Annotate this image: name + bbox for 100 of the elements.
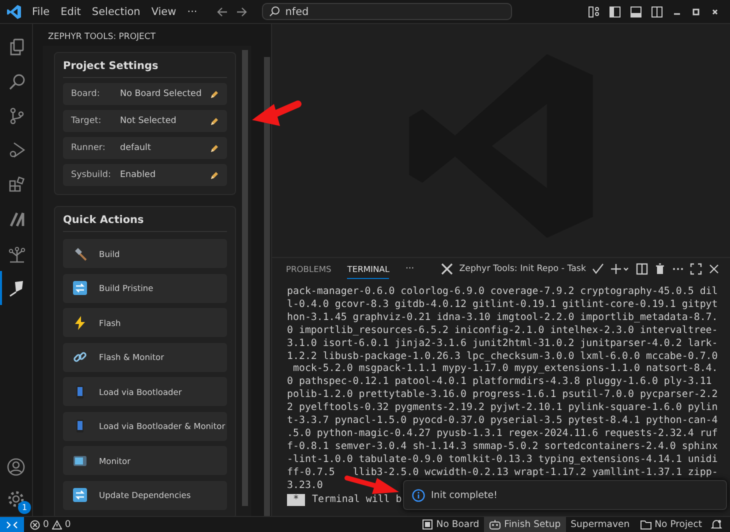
search-icon[interactable] (8, 72, 26, 91)
setting-value: Enabled (120, 170, 157, 180)
robot-icon (489, 519, 502, 530)
terminal-line: polib-1.2.0 prettytable-3.16.0 progress-1.6.1 psutil-7.0.0 pycparser-2.2 (287, 389, 718, 402)
action-button[interactable]: Flash (63, 308, 227, 337)
panel-toggle-icon[interactable] (630, 6, 642, 18)
forward-arrow-icon[interactable] (236, 6, 248, 18)
terminal-line: f-0.8.1 semver-3.0.4 sh-1.14.3 smmap-5.0.2 sortedcontainers-2.4.0 sphinx (287, 440, 718, 454)
run-debug-icon[interactable] (8, 141, 26, 160)
extensions-icon[interactable] (8, 176, 26, 194)
action-button[interactable]: Load via Bootloader (63, 377, 227, 406)
new-terminal-icon[interactable] (610, 263, 630, 275)
bell-icon[interactable] (711, 519, 722, 530)
terminal-line: 0 importlib_resources-6.5.2 iniconfig-2.1.0 intelhex-2.3.0 intervaltree- (287, 324, 718, 338)
settings-icon[interactable] (7, 490, 25, 508)
account-icon[interactable] (7, 458, 25, 476)
chain-link-icon (73, 350, 87, 364)
close-icon[interactable] (708, 263, 720, 275)
action-button[interactable]: Load via Bootloader & Monitor (63, 412, 227, 440)
tree-icon[interactable] (8, 244, 26, 263)
slash-logo-icon[interactable] (8, 210, 26, 228)
pencil-icon[interactable] (210, 170, 219, 180)
scrollbar[interactable] (242, 50, 248, 506)
card-title: Project Settings (63, 60, 227, 78)
split-terminal-icon[interactable] (636, 263, 648, 275)
maximize-icon[interactable] (691, 6, 701, 16)
terminal-line: 0 pathspec-0.12.1 patool-4.0.1 platformdirs-4.3.8 pluggy-1.6.0 ply-3.11 (287, 376, 712, 389)
check-icon (592, 263, 604, 275)
remote-icon (6, 518, 18, 530)
sidebar-toggle-icon[interactable] (609, 6, 621, 18)
setting-row[interactable]: Runner: default (63, 137, 227, 159)
setting-label: Sysbuild: (71, 170, 112, 180)
pencil-icon[interactable] (210, 116, 219, 126)
warning-count: 0 (64, 519, 71, 530)
terminal-task-name[interactable]: Zephyr Tools: Init Repo - Task (459, 264, 586, 274)
layout-icon[interactable] (588, 6, 600, 18)
files-icon[interactable] (8, 38, 26, 56)
status-item[interactable]: Supermaven (566, 516, 635, 532)
maximize-panel-icon[interactable] (690, 263, 702, 275)
sidebar-title: ZEPHYR TOOLS: PROJECT (47, 31, 157, 44)
terminal-line: t-3.3.7 pynacl-1.5.0 pyocd-0.37.0 pyserial-3.5 pytest-8.4.1 python-can-4 (287, 415, 718, 428)
terminal-line: .5.0 python-magic-0.4.27 pyusb-1.3.1 regex-2024.11.6 requests-2.32.4 ruf (287, 428, 718, 441)
trash-icon[interactable] (654, 263, 666, 275)
kite-icon[interactable] (8, 278, 26, 297)
command-search-field[interactable]: nfed (262, 3, 512, 20)
terminal-line: 1.2.2 libusb-package-1.0.26.3 lpc_checksum-3.0.0 lxml-6.0.0 mccabe-0.7.0 (287, 350, 718, 364)
warning-icon (52, 520, 62, 530)
terminal-line: hon-3.1.45 graphviz-0.21 idna-3.10 imgtool-2.2.0 importlib_metadata-8.7. (287, 312, 718, 325)
error-count: 0 (43, 519, 49, 530)
status-item[interactable]: Finish Setup (484, 516, 566, 532)
search-icon (269, 6, 280, 17)
more-tabs-button[interactable]: ··· (405, 264, 414, 274)
action-button[interactable]: Build (63, 239, 227, 268)
toast-message: Init complete! (431, 490, 498, 500)
menu-item[interactable]: Selection (92, 6, 140, 18)
back-arrow-icon[interactable] (216, 6, 228, 18)
pencil-icon[interactable] (210, 90, 219, 98)
board-icon (422, 519, 434, 530)
error-icon (30, 520, 40, 530)
folder-icon (640, 519, 652, 530)
setting-label: Runner: (71, 143, 106, 153)
terminal-cursor: * (287, 494, 305, 506)
panel-tab[interactable]: TERMINAL (347, 260, 390, 278)
menu-item[interactable]: File (32, 6, 50, 18)
annotation-arrow-icon (344, 475, 400, 495)
action-button[interactable]: Monitor (63, 446, 227, 475)
terminal-line: -lint-1.0.0 tabulate-0.9.0 tomlkit-0.13.3 typing_extensions-4.14.1 unidi (287, 454, 718, 467)
problems-counter[interactable]: 0 0 (30, 519, 71, 530)
terminal-line: 2 pyelftools-0.32 pygments-2.19.2 pyjwt-2.10.1 pylink-square-1.6.0 pylin (287, 402, 718, 415)
vscode-logo-icon (6, 4, 22, 20)
status-item[interactable]: No Project (634, 516, 707, 532)
lightning-icon (73, 316, 87, 330)
pencil-icon[interactable] (210, 144, 219, 152)
refresh-icon (73, 281, 87, 295)
action-button[interactable]: Build Pristine (63, 274, 227, 302)
action-button[interactable]: Update Dependencies (63, 480, 227, 510)
setting-value: Not Selected (120, 116, 178, 126)
setting-row[interactable]: Board: No Board Selected (63, 83, 227, 105)
close-icon[interactable] (710, 6, 720, 16)
card-title: Quick Actions (63, 214, 227, 232)
setting-row[interactable]: Sysbuild: Enabled (63, 164, 227, 186)
terminal-line: ff-0.7.5 (287, 466, 335, 480)
terminal-line: pack-manager-0.6.0 colorlog-6.9.0 coverage-7.9.2 cryptography-45.0.5 dil (287, 286, 718, 299)
terminal-line: 3.1.0 isort-6.0.1 jinja2-3.1.6 junit2html-31.0.2 junitparser-4.0.2 lark- (287, 338, 718, 351)
info-icon (412, 488, 425, 502)
terminal-line: mock-5.2.0 msgpack-1.1.1 mypy-1.17.0 mypy_extensions-1.1.0 natsort-8.4. (292, 363, 718, 376)
menu-item[interactable]: View (151, 6, 176, 18)
source-control-icon[interactable] (8, 106, 26, 125)
menu-item[interactable]: ··· (187, 6, 198, 18)
split-layout-icon[interactable] (651, 6, 663, 18)
hammer-icon (73, 246, 87, 260)
scrollbar[interactable] (264, 57, 270, 516)
menu-item[interactable]: Edit (60, 6, 81, 18)
action-button[interactable]: Flash & Monitor (63, 342, 227, 372)
television-icon (73, 454, 87, 468)
remote-button[interactable] (0, 516, 24, 532)
status-item[interactable]: No Board (417, 516, 484, 532)
setting-row[interactable]: Target: Not Selected (63, 110, 227, 132)
panel-tab[interactable]: PROBLEMS (286, 260, 332, 278)
terminal-line: Terminal will b (312, 494, 402, 506)
